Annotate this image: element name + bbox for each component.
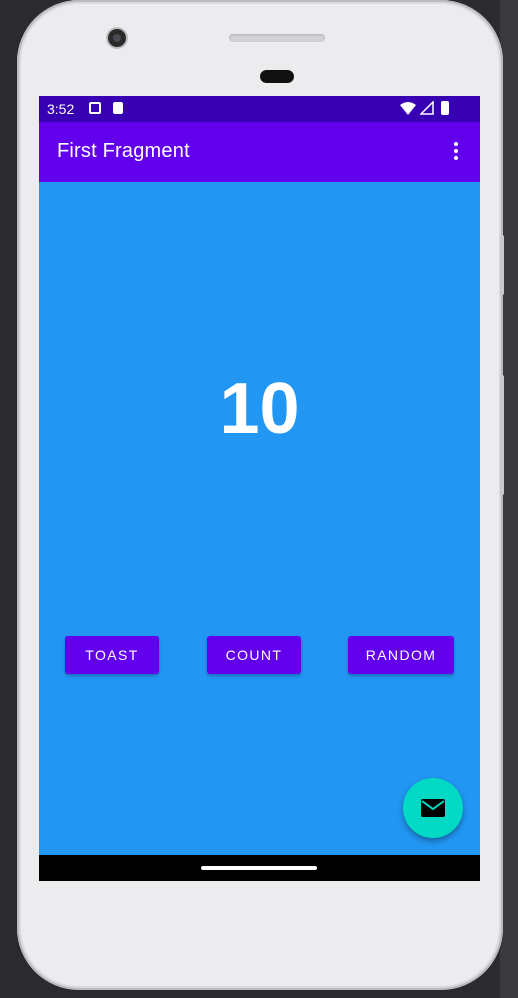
random-button[interactable]: RANDOM	[348, 636, 454, 674]
home-handle[interactable]	[201, 866, 317, 870]
status-time: 3:52	[47, 101, 75, 117]
power-button[interactable]	[500, 235, 504, 295]
wifi-icon	[400, 102, 416, 115]
app-bar: First Fragment	[39, 122, 480, 182]
cellular-signal-icon	[420, 101, 434, 115]
proximity-sensor	[260, 70, 294, 83]
email-fab[interactable]	[403, 778, 463, 838]
count-display: 10	[219, 369, 300, 449]
sd-card-icon	[113, 102, 123, 114]
status-bar: 3:52	[39, 96, 480, 122]
device-screen: 3:52 First Fragment 10 TOAST COUNT RANDO…	[39, 96, 480, 881]
front-camera	[108, 29, 126, 47]
app-title: First Fragment	[57, 140, 190, 162]
more-vert-icon[interactable]	[444, 140, 468, 164]
earpiece-speaker	[229, 34, 325, 42]
notification-icon	[89, 102, 101, 114]
navigation-bar	[39, 855, 480, 881]
count-button[interactable]: COUNT	[207, 636, 301, 674]
battery-icon	[441, 101, 449, 115]
volume-rocker[interactable]	[500, 375, 504, 495]
toast-button[interactable]: TOAST	[65, 636, 159, 674]
mail-icon	[421, 799, 445, 817]
